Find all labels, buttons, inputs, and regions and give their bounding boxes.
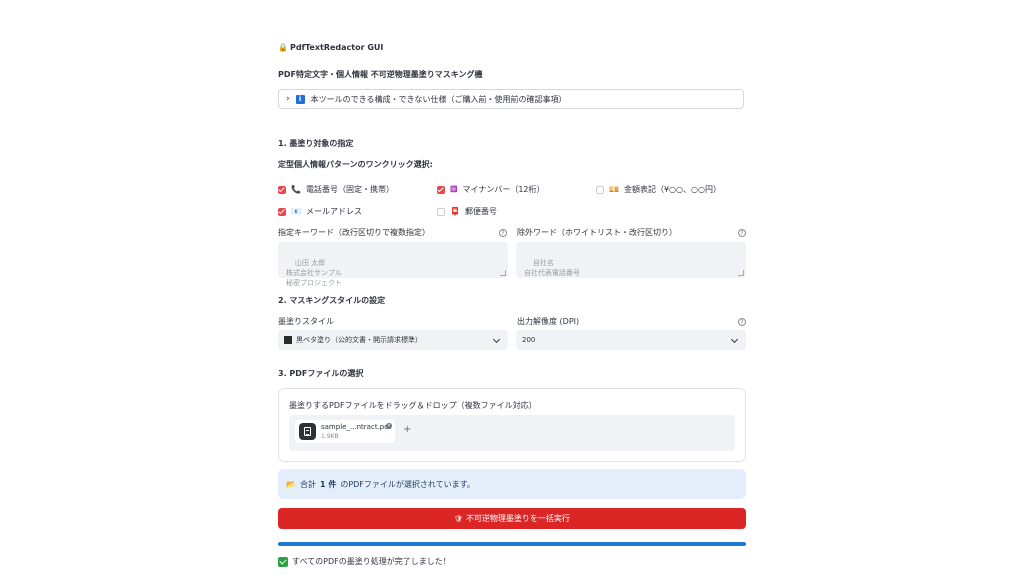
- pattern-mynumber-label: マイナンバー（12桁）: [462, 185, 545, 194]
- id-icon: 🆔: [450, 186, 458, 193]
- section-heading-targets: 1. 墨塗り対象の指定: [278, 139, 354, 148]
- dpi-help-icon[interactable]: ?: [738, 318, 746, 326]
- app-title-text: PdfTextRedactor GUI: [289, 43, 384, 52]
- mail-icon: 📧: [291, 207, 301, 216]
- folder-icon: 📂: [286, 479, 296, 489]
- file-uploader: 墨塗りするPDFファイルをドラッグ＆ドロップ（複数ファイル対応） sample_…: [278, 388, 746, 462]
- spec-expander[interactable]: › i 本ツールのできる構成・できない仕様（ご購入前・使用前の確認事項）: [278, 89, 744, 109]
- black-square-icon: [284, 336, 292, 344]
- exclude-textarea[interactable]: 自社名 自社代表電話番号: [516, 242, 746, 278]
- pattern-email[interactable]: 📧 メールアドレス: [278, 206, 362, 217]
- money-icon: 💴: [609, 185, 619, 194]
- app-title: 🔒 PdfTextRedactor GUI: [278, 43, 383, 52]
- shield-icon: 🛡: [454, 514, 463, 523]
- file-size: 1.9KB: [321, 432, 339, 440]
- checkbox-amount[interactable]: [596, 185, 604, 194]
- lock-icon: 🔒: [278, 43, 288, 52]
- resize-handle-icon[interactable]: [738, 270, 744, 276]
- exclude-placeholder: 自社名 自社代表電話番号: [524, 259, 580, 277]
- pattern-postal-label: 郵便番号: [464, 207, 497, 216]
- resize-handle-icon[interactable]: [500, 270, 506, 276]
- run-redaction-button[interactable]: 🛡 不可逆物理墨塗りを一括実行: [278, 508, 746, 529]
- section-heading-file: 3. PDFファイルの選択: [278, 369, 364, 378]
- section-heading-style: 2. マスキングスタイルの設定: [278, 296, 386, 305]
- patterns-label: 定型個人情報パターンのワンクリック選択:: [278, 160, 433, 169]
- selection-info: 📂 合計 1 件 のPDFファイルが選択されています。: [278, 469, 746, 499]
- checkbox-phone[interactable]: [278, 185, 286, 194]
- expander-label: 本ツールのできる構成・できない仕様（ご購入前・使用前の確認事項）: [310, 94, 567, 104]
- selected-count: 1 件: [319, 479, 337, 489]
- postbox-icon: 📮: [450, 207, 460, 216]
- pattern-mynumber[interactable]: 🆔 マイナンバー（12桁）: [437, 184, 545, 195]
- keyword-label: 指定キーワード（改行区切りで複数指定）: [278, 228, 430, 237]
- add-file-icon[interactable]: +: [403, 424, 411, 435]
- done-message: すべてのPDFの墨塗り処理が完了しました！: [278, 556, 451, 567]
- pattern-amount[interactable]: 💴 金額表記（¥○○、○○円）: [596, 184, 721, 195]
- checkbox-mynumber[interactable]: [437, 185, 445, 194]
- file-chip: sample_...ntract.pdf 1.9KB ×: [295, 420, 395, 443]
- selected-suffix: のPDFファイルが選択されています。: [340, 479, 475, 489]
- info-icon: i: [295, 94, 305, 104]
- check-icon: [278, 556, 288, 567]
- file-icon: [299, 423, 316, 440]
- phone-icon: 📞: [291, 185, 301, 194]
- progress-fill: [278, 542, 746, 546]
- file-name: sample_...ntract.pdf: [321, 422, 392, 431]
- pattern-phone[interactable]: 📞 電話番号（固定・携帯）: [278, 184, 394, 195]
- keyword-placeholder: 山田 太郎 株式会社サンプル 秘密プロジェクト: [286, 259, 342, 287]
- chevron-down-icon: [492, 335, 501, 344]
- exclude-help-icon[interactable]: ?: [738, 229, 746, 237]
- page-subtitle: PDF特定文字・個人情報 不可逆物理墨塗りマスキング機: [278, 70, 483, 79]
- style-select[interactable]: 黒ベタ塗り（公的文書・開示請求標準）: [278, 330, 508, 350]
- checkbox-email[interactable]: [278, 207, 286, 216]
- chevron-right-icon: ›: [286, 94, 290, 104]
- keyword-help-icon[interactable]: ?: [499, 229, 507, 237]
- dpi-select[interactable]: 200: [516, 330, 746, 350]
- pattern-email-label: メールアドレス: [305, 207, 362, 216]
- pattern-amount-label: 金額表記（¥○○、○○円）: [623, 185, 721, 194]
- chevron-down-icon: [730, 335, 739, 344]
- progress-bar: [278, 542, 746, 546]
- keyword-textarea[interactable]: 山田 太郎 株式会社サンプル 秘密プロジェクト: [278, 242, 508, 287]
- remove-file-icon[interactable]: ×: [386, 423, 392, 429]
- drop-label: 墨塗りするPDFファイルをドラッグ＆ドロップ（複数ファイル対応）: [289, 401, 537, 410]
- checkbox-postal[interactable]: [437, 207, 445, 216]
- pattern-postal[interactable]: 📮 郵便番号: [437, 206, 497, 217]
- dpi-label: 出力解像度 (DPI): [517, 317, 580, 326]
- run-button-label: 不可逆物理墨塗りを一括実行: [465, 514, 570, 523]
- selected-prefix: 合計: [299, 479, 316, 489]
- style-label: 墨塗りスタイル: [278, 317, 334, 326]
- done-message-text: すべてのPDFの墨塗り処理が完了しました！: [292, 557, 451, 566]
- exclude-label: 除外ワード（ホワイトリスト・改行区切り）: [517, 228, 677, 237]
- dpi-select-value: 200: [522, 336, 536, 344]
- style-select-value: 黒ベタ塗り（公的文書・開示請求標準）: [296, 336, 422, 344]
- dropzone[interactable]: sample_...ntract.pdf 1.9KB × +: [289, 415, 735, 451]
- pattern-phone-label: 電話番号（固定・携帯）: [305, 185, 394, 194]
